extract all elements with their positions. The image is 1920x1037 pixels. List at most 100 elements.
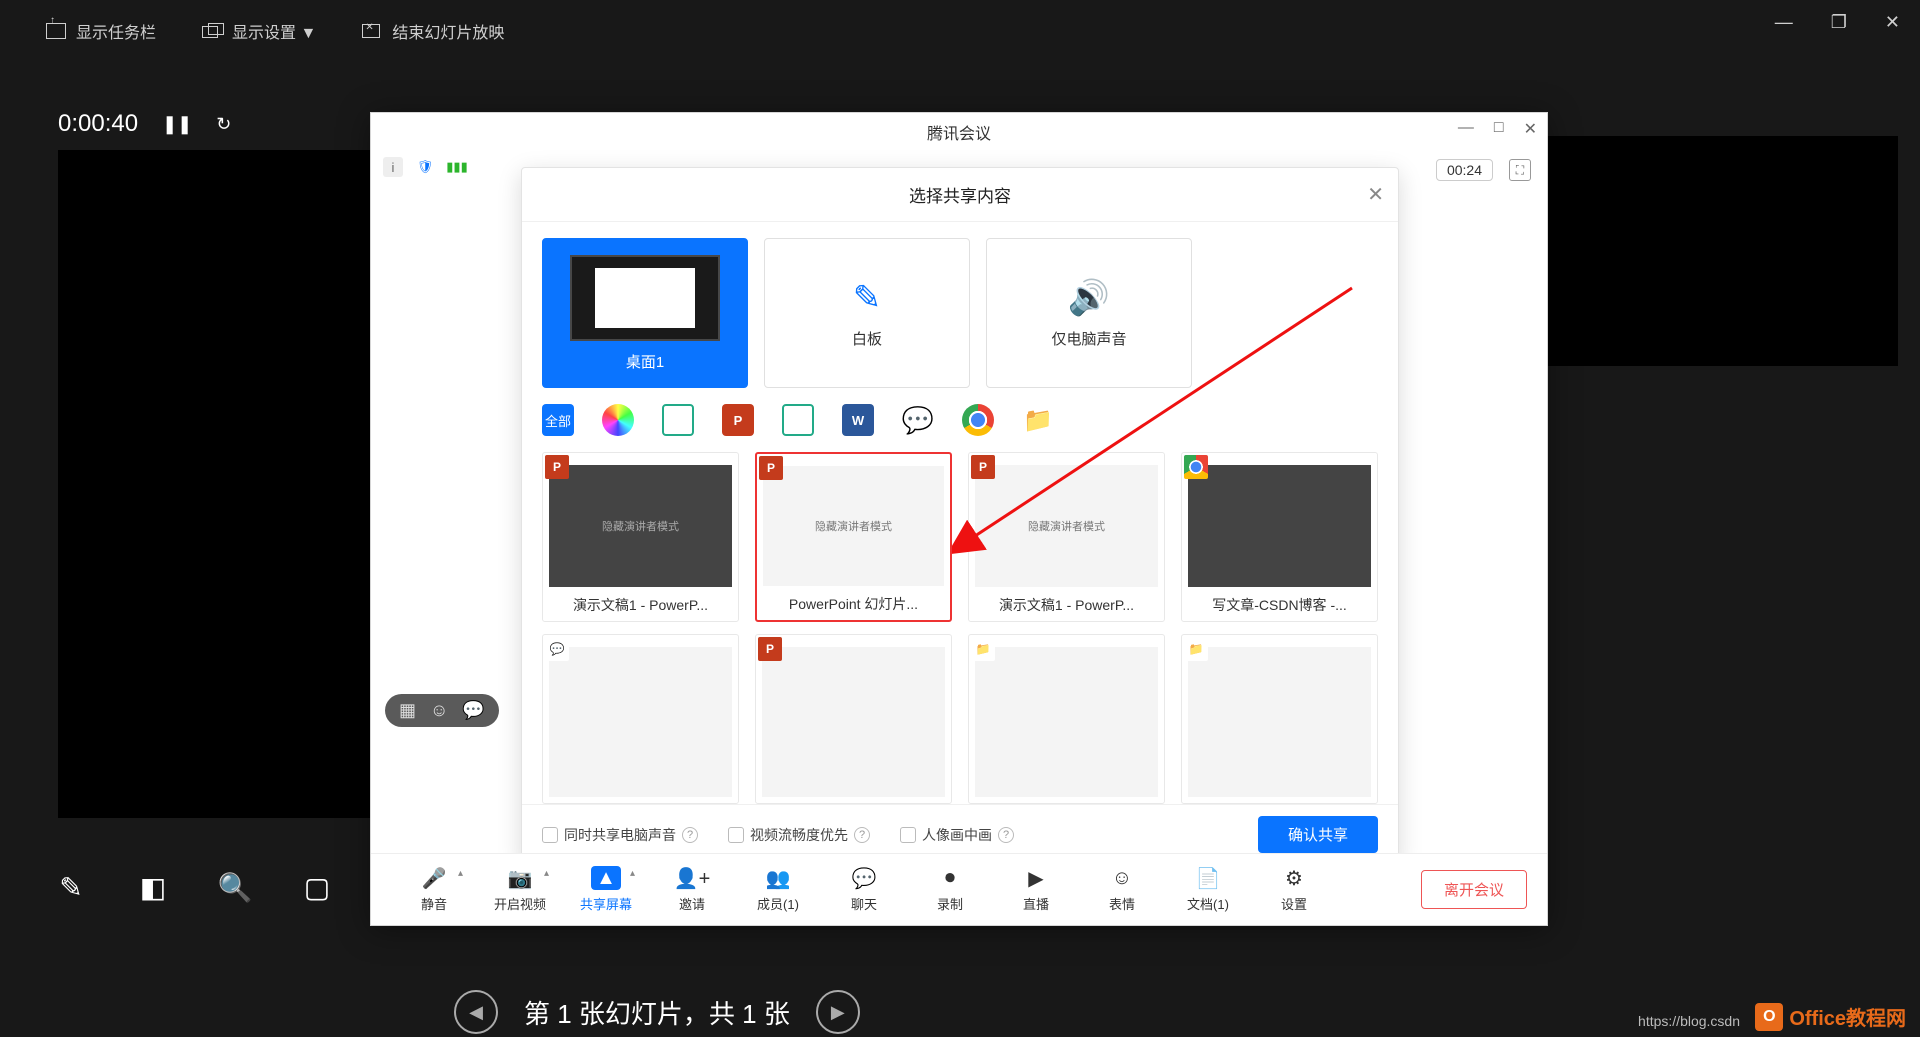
filter-app1-icon[interactable]	[662, 404, 694, 436]
chevron-up-icon[interactable]: ▴	[544, 868, 549, 879]
timer-pause-button[interactable]: ❚❚	[162, 114, 192, 135]
folder-badge-icon: 📁	[1184, 637, 1208, 661]
slide-count-label: 第 1 张幻灯片，共 1 张	[524, 994, 790, 1031]
folder-badge-icon: 📁	[971, 637, 995, 661]
confirm-share-button[interactable]: 确认共享	[1258, 816, 1378, 853]
timer-reset-button[interactable]: ↻	[216, 114, 231, 135]
help-icon[interactable]: ?	[682, 827, 698, 843]
filter-wechat-icon[interactable]: 💬	[902, 404, 934, 436]
signal-icon[interactable]: ▮▮▮	[447, 157, 467, 177]
mute-button[interactable]: 🎤静音▴	[391, 866, 477, 913]
display-settings-label: 显示设置 ▼	[232, 19, 316, 43]
record-icon: ⏺	[945, 866, 955, 890]
display-settings-button[interactable]: 显示设置 ▼	[202, 19, 316, 43]
meeting-fullscreen-button[interactable]	[1509, 159, 1531, 181]
share-icon: ▲	[591, 866, 621, 890]
window-thumbnail	[1188, 647, 1371, 797]
chat-button[interactable]: 💬聊天	[821, 866, 907, 913]
gear-icon: ⚙	[1285, 866, 1303, 890]
members-label: 成员(1)	[757, 894, 799, 913]
zoom-button[interactable]: 🔍	[214, 866, 256, 908]
watermark: O Office教程网	[1755, 1002, 1906, 1031]
meeting-minimize-button[interactable]: —	[1458, 119, 1474, 139]
emoji-button[interactable]: ☺表情	[1079, 866, 1165, 913]
ppt-badge-icon: P	[971, 455, 995, 479]
window-maximize-button[interactable]: ❐	[1831, 12, 1847, 33]
live-button[interactable]: ▶直播	[993, 866, 1079, 913]
chat-label: 聊天	[851, 894, 877, 913]
share-whiteboard-option[interactable]: ✎ 白板	[764, 238, 970, 388]
watermark-text: Office教程网	[1789, 1002, 1906, 1031]
video-button[interactable]: 📷开启视频▴	[477, 866, 563, 913]
see-all-slides-button[interactable]: ◧	[132, 866, 174, 908]
filter-word-icon[interactable]: W	[842, 404, 874, 436]
share-audio-checkbox[interactable]: 同时共享电脑声音?	[542, 825, 698, 845]
window-thumbnail	[1188, 465, 1371, 587]
docs-label: 文档(1)	[1187, 894, 1229, 913]
share-audio-label: 仅电脑声音	[1051, 328, 1126, 349]
help-icon[interactable]: ?	[854, 827, 870, 843]
docs-button[interactable]: 📄 文档(1)	[1165, 866, 1251, 913]
meeting-close-button[interactable]: ✕	[1524, 119, 1537, 139]
chevron-up-icon[interactable]: ▴	[630, 868, 635, 879]
info-icon[interactable]: i	[383, 157, 403, 177]
chat-bubble-icon[interactable]: 💬	[462, 700, 484, 721]
window-minimize-button[interactable]: —	[1775, 12, 1793, 33]
share-screen-button[interactable]: ▲共享屏幕▴	[563, 866, 649, 913]
meeting-maximize-button[interactable]: □	[1494, 119, 1504, 139]
next-slide-button[interactable]: ▶	[816, 990, 860, 1034]
share-desktop-option[interactable]: 桌面1	[542, 238, 748, 388]
share-audio-option[interactable]: 🔊 仅电脑声音	[986, 238, 1192, 388]
window-close-button[interactable]: ✕	[1885, 12, 1900, 33]
end-slideshow-button[interactable]: 结束幻灯片放映	[362, 19, 504, 43]
settings-button[interactable]: ⚙设置	[1251, 866, 1337, 913]
desktop-thumb-icon	[570, 255, 720, 341]
prev-slide-button[interactable]: ◀	[454, 990, 498, 1034]
fluency-checkbox[interactable]: 视频流畅度优先?	[728, 825, 870, 845]
wechat-badge-icon: 💬	[545, 637, 569, 661]
filter-folder-icon[interactable]: 📁	[1022, 404, 1054, 436]
subtitle-button[interactable]: ▢	[296, 866, 338, 908]
filter-powerpoint-icon[interactable]: P	[722, 404, 754, 436]
ppt-badge-icon: P	[759, 456, 783, 480]
leave-meeting-button[interactable]: 离开会议	[1421, 870, 1527, 909]
live-icon: ▶	[1028, 866, 1043, 890]
share-window-item[interactable]: 💬	[542, 634, 739, 804]
share-window-item[interactable]: 📁	[968, 634, 1165, 804]
dialog-close-button[interactable]: ✕	[1367, 182, 1384, 207]
smile-icon[interactable]: ☺	[430, 700, 448, 721]
window-thumbnail	[762, 647, 945, 797]
share-window-item[interactable]: P	[755, 634, 952, 804]
share-window-item[interactable]: 📁	[1181, 634, 1378, 804]
filter-color-icon[interactable]	[602, 404, 634, 436]
ppt-badge-icon: P	[758, 637, 782, 661]
filter-app2-icon[interactable]	[782, 404, 814, 436]
invite-button[interactable]: 👤+邀请	[649, 866, 735, 913]
share-window-item[interactable]: 写文章-CSDN博客 -...	[1181, 452, 1378, 622]
share-window-item[interactable]: P隐藏演讲者模式PowerPoint 幻灯片...	[755, 452, 952, 622]
pen-tool-button[interactable]: ✎	[50, 866, 92, 908]
members-icon: 👥	[766, 866, 791, 890]
share-window-item[interactable]: P隐藏演讲者模式演示文稿1 - PowerP...	[542, 452, 739, 622]
shield-icon[interactable]: 🛡	[415, 157, 435, 177]
show-taskbar-button[interactable]: 显示任务栏	[46, 19, 156, 43]
pip-checkbox[interactable]: 人像画中画?	[900, 825, 1014, 845]
filter-all-button[interactable]: 全部	[542, 404, 574, 436]
reaction-bar[interactable]: ▦ ☺ 💬	[385, 694, 499, 727]
chevron-up-icon[interactable]: ▴	[458, 868, 463, 879]
docs-icon: 📄	[1196, 866, 1221, 890]
filter-chrome-icon[interactable]	[962, 404, 994, 436]
record-button[interactable]: ⏺ 录制	[907, 866, 993, 913]
record-label: 录制	[937, 894, 963, 913]
meeting-timer: 00:24	[1436, 159, 1493, 181]
members-button[interactable]: 👥 成员(1)	[735, 866, 821, 913]
display-icon	[202, 23, 222, 39]
window-caption: 演示文稿1 - PowerP...	[549, 587, 732, 615]
fluency-checkbox-label: 视频流畅度优先	[750, 825, 848, 845]
grid-view-icon[interactable]: ▦	[399, 700, 416, 721]
whiteboard-icon: ✎	[853, 278, 882, 318]
share-window-item[interactable]: P隐藏演讲者模式演示文稿1 - PowerP...	[968, 452, 1165, 622]
dialog-title: 选择共享内容	[909, 182, 1011, 207]
help-icon[interactable]: ?	[998, 827, 1014, 843]
meeting-window: 腾讯会议 — □ ✕ i 🛡 ▮▮▮ 00:24 选择共享内容 ✕ 桌面1 ✎ …	[370, 112, 1548, 926]
